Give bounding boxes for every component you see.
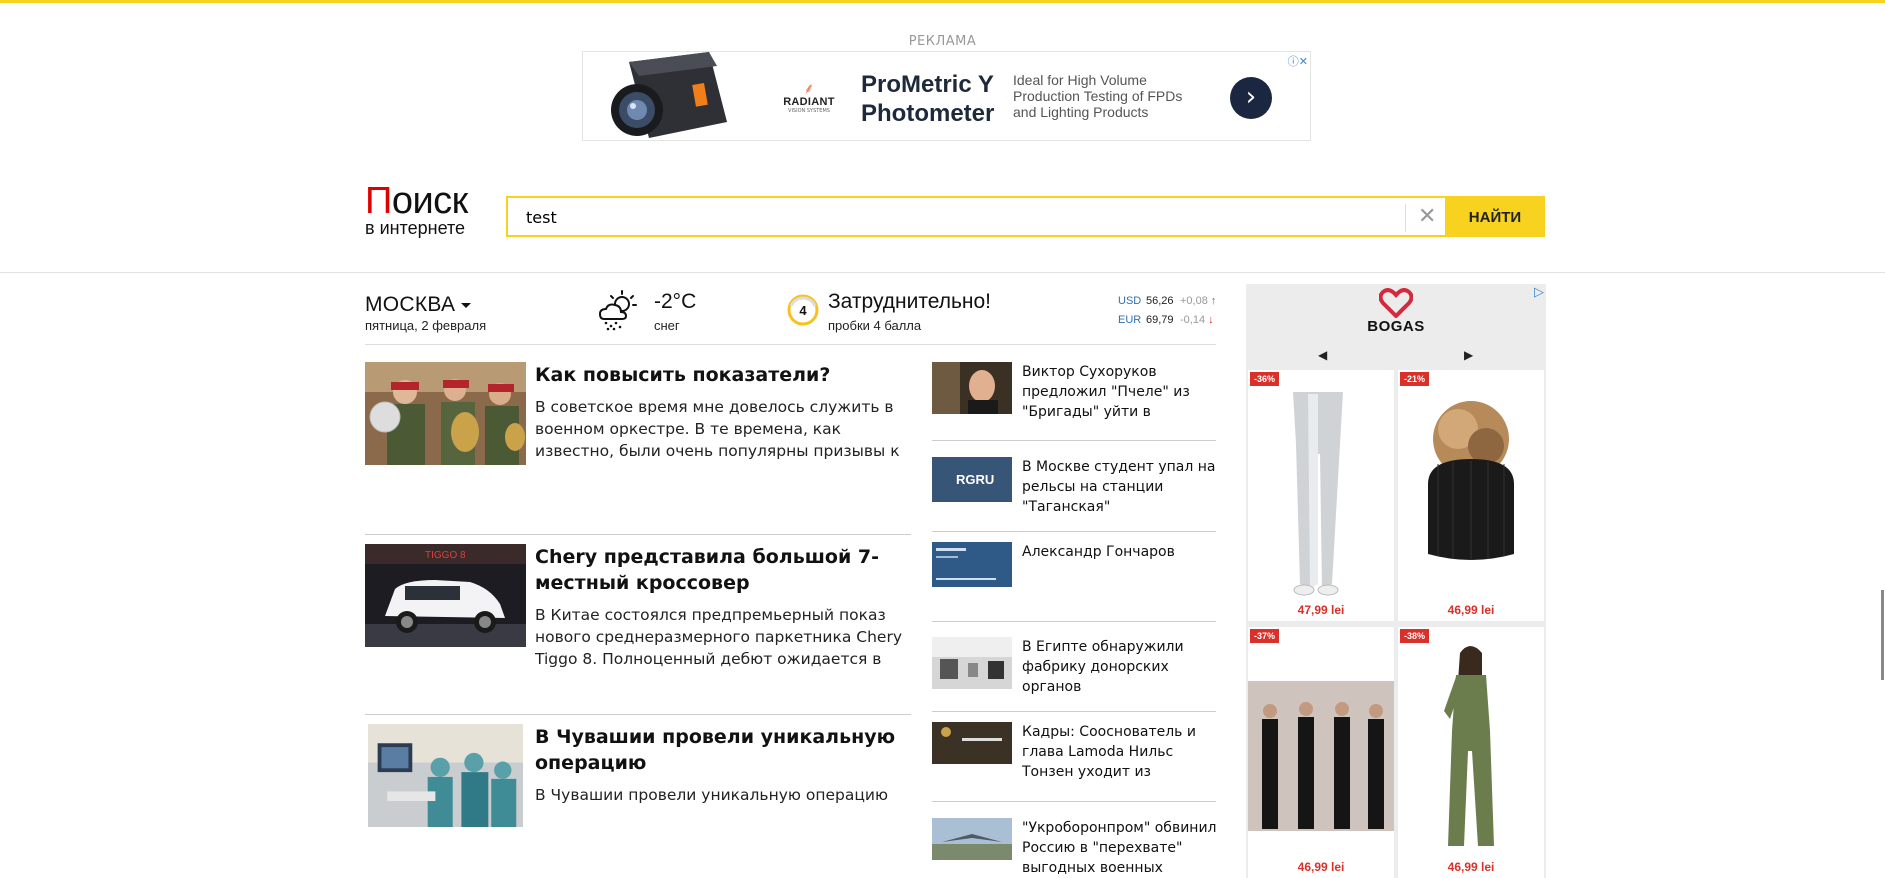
current-date: пятница, 2 февраля bbox=[365, 318, 487, 333]
side-news-divider bbox=[932, 711, 1216, 712]
heart-icon bbox=[1378, 288, 1414, 319]
logo-tagline: в интернете bbox=[365, 218, 466, 238]
header-divider bbox=[0, 272, 1885, 273]
scrollbar[interactable] bbox=[1881, 590, 1884, 680]
news-title[interactable]: Как повысить показатели? bbox=[535, 362, 905, 388]
side-news-title[interactable]: "Укроборонпром" обвинил Россию в "перехв… bbox=[1022, 818, 1218, 878]
info-divider bbox=[365, 344, 1216, 345]
bogas-logo: BOGAS bbox=[1246, 288, 1546, 335]
svg-text:4: 4 bbox=[799, 303, 807, 318]
city-selector[interactable]: МОСКВА bbox=[365, 293, 472, 317]
side-news-title[interactable]: В Москве студент упал на рельсы на станц… bbox=[1022, 457, 1218, 517]
discount-badge: -37% bbox=[1250, 629, 1280, 643]
chevron-right-icon[interactable]: › bbox=[1230, 77, 1272, 119]
banner-ad[interactable]: ⸙ RADIANT VISION SYSTEMS ProMetric Y Pho… bbox=[582, 51, 1311, 141]
search-field-box[interactable]: ✕ bbox=[506, 196, 1447, 237]
product-price: 46,99 lei bbox=[1297, 860, 1345, 874]
side-news-title[interactable]: Александр Гончаров bbox=[1022, 542, 1218, 562]
arrow-up-icon: ↑ bbox=[1210, 295, 1217, 307]
side-news-image[interactable] bbox=[932, 637, 1012, 689]
side-news-item[interactable]: RGRU В Москве студент упал на рельсы на … bbox=[932, 457, 1216, 517]
news-description: В Чувашии провели уникальную операцию bbox=[535, 786, 889, 804]
news-title[interactable]: В Чувашии провели уникальную операцию bbox=[535, 724, 905, 776]
svg-text:RGRU: RGRU bbox=[956, 472, 994, 487]
product-image-pants bbox=[1293, 392, 1343, 596]
side-news-divider bbox=[932, 440, 1216, 441]
product-image-hat bbox=[1428, 401, 1514, 560]
radiant-logo: ⸙ RADIANT VISION SYSTEMS bbox=[783, 81, 835, 114]
close-icon[interactable]: ✕ bbox=[1418, 202, 1436, 232]
news-image-crossover[interactable]: TIGGO 8 bbox=[365, 544, 526, 647]
site-logo[interactable]: Поиск в интернете bbox=[365, 182, 468, 237]
rate-row-eur: EUR 69,79 -0,14 ↓ bbox=[1118, 314, 1214, 326]
next-arrow-icon[interactable]: ▶ bbox=[1464, 348, 1473, 362]
side-news-divider bbox=[932, 621, 1216, 622]
side-news-item[interactable]: Виктор Сухоруков предложил "Пчеле" из "Б… bbox=[932, 362, 1216, 422]
side-news-image[interactable] bbox=[932, 542, 1012, 587]
side-news-title[interactable]: В Египте обнаружили фабрику донорских ор… bbox=[1022, 637, 1218, 697]
search-bar: ✕ НАЙТИ bbox=[506, 196, 1545, 237]
ad-description: Ideal for High Volume Production Testing… bbox=[1013, 72, 1183, 120]
news-divider bbox=[365, 714, 911, 715]
product-card[interactable]: -37% 46,99 lei bbox=[1248, 627, 1394, 878]
side-news-divider bbox=[932, 801, 1216, 802]
news-item[interactable]: TIGGO 8 Chery представила большой 7-мест… bbox=[365, 544, 911, 714]
news-image-orchestra[interactable] bbox=[365, 362, 526, 465]
discount-badge: -21% bbox=[1400, 372, 1430, 386]
ad-title[interactable]: ProMetric Y Photometer bbox=[861, 70, 1006, 128]
news-item[interactable]: В Чувашии провели уникальную операцию В … bbox=[365, 724, 911, 834]
news-description: В советское время мне довелось служить в… bbox=[535, 398, 900, 460]
search-input[interactable] bbox=[524, 207, 1408, 228]
side-news-image[interactable] bbox=[932, 722, 1012, 764]
camera-product-image bbox=[599, 52, 729, 140]
side-news-title[interactable]: Кадры: Сооснователь и глава Lamoda Нильс… bbox=[1022, 722, 1218, 782]
news-image-surgery[interactable] bbox=[365, 724, 526, 827]
top-accent-bar bbox=[0, 0, 1885, 3]
side-news-image[interactable] bbox=[932, 362, 1012, 414]
bogas-ad[interactable]: ▷ BOGAS ◀ ▶ -36% 47,99 lei -21% 46,99 le… bbox=[1246, 284, 1546, 878]
product-image-suit bbox=[1248, 681, 1394, 831]
snow-cloud-icon bbox=[598, 290, 637, 331]
prev-arrow-icon[interactable]: ◀ bbox=[1318, 348, 1327, 362]
product-image-jumpsuit bbox=[1444, 646, 1494, 846]
news-divider bbox=[365, 534, 911, 535]
side-news-image[interactable] bbox=[932, 818, 1012, 860]
product-card[interactable]: -36% 47,99 lei bbox=[1248, 370, 1394, 621]
side-news-divider bbox=[932, 531, 1216, 532]
discount-badge: -38% bbox=[1400, 629, 1430, 643]
temperature: -2°C bbox=[654, 290, 697, 313]
traffic-level-icon: 4 bbox=[787, 294, 819, 326]
traffic-status[interactable]: Затруднительно! bbox=[828, 290, 991, 314]
product-price: 46,99 lei bbox=[1447, 860, 1495, 874]
side-news-image[interactable]: RGRU bbox=[932, 457, 1012, 502]
product-card[interactable]: -21% 46,99 lei bbox=[1398, 370, 1544, 621]
side-news-item[interactable]: В Египте обнаружили фабрику донорских ор… bbox=[932, 637, 1216, 697]
side-news-item[interactable]: Александр Гончаров bbox=[932, 542, 1216, 592]
divider bbox=[1405, 204, 1406, 232]
ad-label: РЕКЛАМА bbox=[908, 34, 977, 49]
product-price: 46,99 lei bbox=[1447, 603, 1495, 617]
caret-down-icon bbox=[461, 302, 472, 308]
product-price: 47,99 lei bbox=[1297, 603, 1345, 617]
svg-text:TIGGO 8: TIGGO 8 bbox=[425, 550, 466, 561]
traffic-description: пробки 4 балла bbox=[828, 318, 922, 333]
exchange-rates[interactable]: USD 56,26 +0,08 ↑ EUR 69,79 -0,14 ↓ bbox=[1118, 292, 1216, 330]
news-item[interactable]: Как повысить показатели? В советское вре… bbox=[365, 362, 911, 522]
side-news-title[interactable]: Виктор Сухоруков предложил "Пчеле" из "Б… bbox=[1022, 362, 1218, 422]
adchoices-icon[interactable]: ⓘ✕ bbox=[1288, 53, 1308, 69]
news-title[interactable]: Chery представила большой 7-местный крос… bbox=[535, 544, 905, 596]
weather-description: снег bbox=[654, 318, 680, 333]
product-card[interactable]: -38% 46,99 lei bbox=[1398, 627, 1544, 878]
arrow-down-icon: ↓ bbox=[1208, 314, 1214, 326]
news-description: В Китае состоялся предпремьерный показ н… bbox=[535, 606, 903, 668]
side-news-item[interactable]: "Укроборонпром" обвинил Россию в "перехв… bbox=[932, 818, 1218, 878]
search-button[interactable]: НАЙТИ bbox=[1445, 196, 1545, 237]
rate-row-usd: USD 56,26 +0,08 ↑ bbox=[1118, 295, 1217, 307]
discount-badge: -36% bbox=[1250, 372, 1280, 386]
side-news-item[interactable]: Кадры: Сооснователь и глава Lamoda Нильс… bbox=[932, 722, 1216, 782]
